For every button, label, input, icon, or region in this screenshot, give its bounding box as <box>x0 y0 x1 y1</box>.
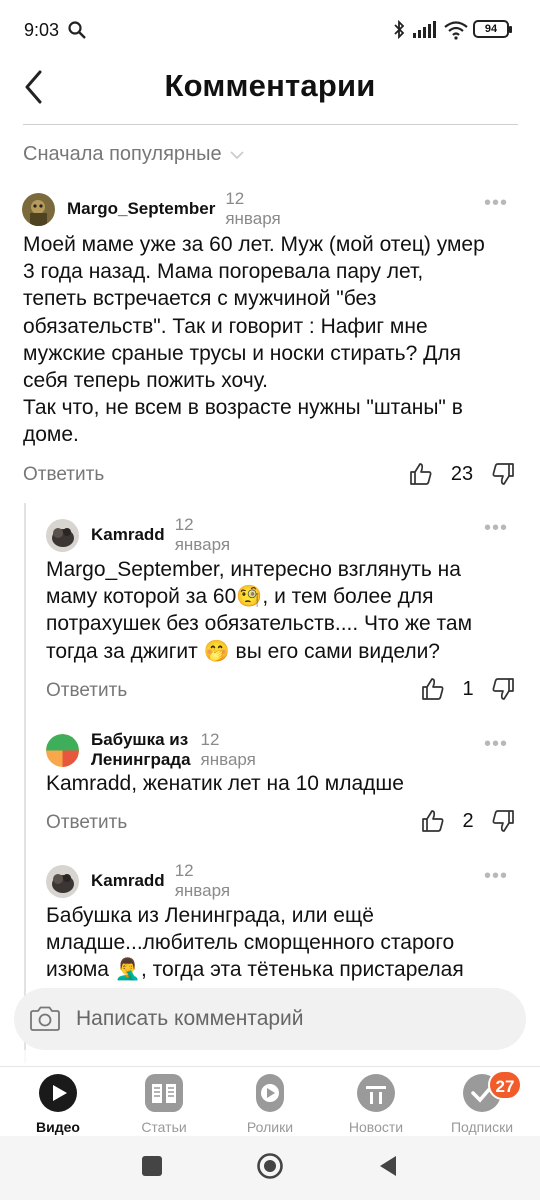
recent-apps-icon[interactable] <box>140 1154 164 1178</box>
scroll-fade <box>0 1050 540 1066</box>
wifi-icon <box>444 21 468 40</box>
comment-date: 12 января <box>174 515 231 554</box>
bluetooth-icon <box>394 19 405 40</box>
more-options-icon[interactable]: ••• <box>484 865 508 888</box>
comment-input-placeholder: Написать комментарий <box>76 1007 304 1030</box>
news-icon <box>357 1074 395 1112</box>
thumbs-down-icon[interactable] <box>490 808 516 834</box>
sort-label: Сначала популярные <box>23 143 222 165</box>
comment-header: Margo_September 12 января <box>22 189 281 229</box>
system-navigation-bar <box>0 1136 540 1200</box>
status-bar: 9:03 94 <box>0 0 540 62</box>
page-title: Комментарии <box>164 68 376 103</box>
comment-author[interactable]: Kamradd <box>91 525 165 545</box>
avatar[interactable] <box>22 192 55 226</box>
nav-item-shorts[interactable]: Ролики <box>220 1073 320 1135</box>
thumbs-down-icon[interactable] <box>490 676 516 702</box>
more-options-icon[interactable]: ••• <box>484 733 508 756</box>
nav-label: Подписки <box>450 1119 514 1135</box>
comment-header: Kamradd 12 января <box>46 861 230 901</box>
thumbs-up-icon[interactable] <box>420 808 446 834</box>
comment-text: Бабушка из Ленинграда, или ещё младше...… <box>46 904 464 982</box>
signal-icon <box>413 21 436 38</box>
comment-author[interactable]: Бабушка из Ленинграда <box>91 730 191 770</box>
vote-controls: 1 <box>420 676 516 702</box>
notification-badge: 27 <box>488 1070 522 1100</box>
thumbs-up-icon[interactable] <box>408 461 434 487</box>
avatar[interactable] <box>46 864 79 898</box>
video-play-icon <box>39 1074 77 1112</box>
avatar[interactable] <box>46 518 79 552</box>
reply-button[interactable]: Ответить <box>46 680 127 702</box>
search-status-icon <box>68 21 86 39</box>
reply-button[interactable]: Ответить <box>46 812 127 834</box>
comment-input[interactable]: Написать комментарий <box>14 988 526 1050</box>
home-icon[interactable] <box>256 1152 284 1180</box>
sort-dropdown[interactable]: Сначала популярные <box>23 143 244 166</box>
back-nav-icon[interactable] <box>376 1154 400 1178</box>
header: Комментарии <box>0 62 540 124</box>
header-divider <box>23 124 518 125</box>
more-options-icon[interactable]: ••• <box>484 517 508 540</box>
more-options-icon[interactable]: ••• <box>484 192 508 215</box>
thumbs-down-icon[interactable] <box>490 461 516 487</box>
nav-label: Статьи <box>141 1119 187 1135</box>
thumbs-up-icon[interactable] <box>420 676 446 702</box>
battery-indicator: 94 <box>473 20 512 38</box>
reply-thread-line <box>24 503 26 1063</box>
articles-icon <box>145 1074 183 1112</box>
comment-author[interactable]: Margo_September <box>67 199 215 219</box>
comment-text: Моей маме уже за 60 лет. Муж (мой отец) … <box>23 233 485 447</box>
vote-controls: 2 <box>420 808 516 834</box>
like-count: 23 <box>450 462 474 485</box>
bottom-navigation: Видео Статьи Ролики Новости Подписки <box>0 1066 540 1136</box>
nav-item-video[interactable]: Видео <box>8 1073 108 1135</box>
camera-icon[interactable] <box>28 1005 62 1033</box>
comment-author[interactable]: Kamradd <box>91 871 165 891</box>
comment-date: 12 января <box>200 730 256 769</box>
nav-item-articles[interactable]: Статьи <box>114 1073 214 1135</box>
comment-header: Kamradd 12 января <box>46 515 230 555</box>
chevron-down-icon <box>229 150 244 159</box>
comment-text: Margo_September, интересно взглянуть на … <box>46 558 473 663</box>
vote-controls: 23 <box>408 461 516 487</box>
like-count: 2 <box>462 809 474 832</box>
comment-date: 12 января <box>174 861 231 900</box>
like-count: 1 <box>462 677 474 700</box>
comment-date: 12 января <box>225 189 281 228</box>
comment-text: Kamradd, женатик лет на 10 младше <box>46 772 404 795</box>
nav-label: Видео <box>36 1119 80 1135</box>
nav-label: Ролики <box>246 1119 294 1135</box>
nav-label: Новости <box>348 1119 404 1135</box>
comment-header: Бабушка из Ленинграда 12 января <box>46 730 256 770</box>
shorts-icon <box>256 1074 284 1112</box>
nav-item-news[interactable]: Новости <box>326 1073 426 1135</box>
reply-button[interactable]: Ответить <box>23 464 104 486</box>
status-time: 9:03 <box>24 20 60 40</box>
avatar[interactable] <box>46 733 79 767</box>
